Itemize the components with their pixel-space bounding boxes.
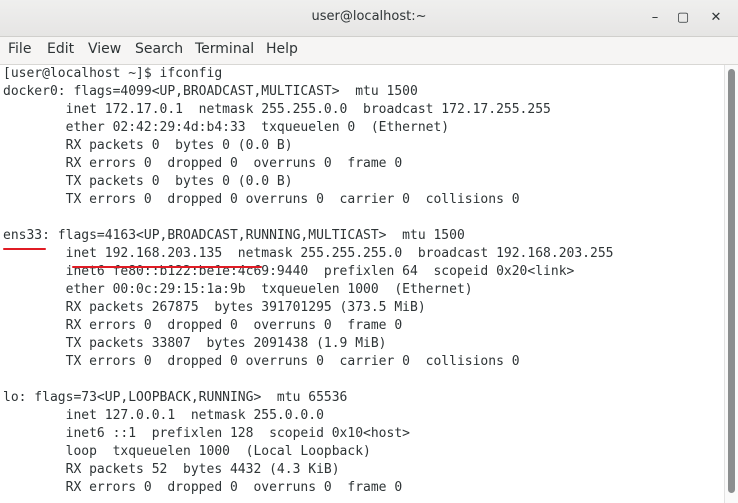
terminal-line: ether 00:0c:29:15:1a:9b txqueuelen 1000 …	[3, 282, 473, 297]
menu-file[interactable]: File	[8, 41, 31, 57]
terminal-line: RX packets 52 bytes 4432 (4.3 KiB)	[3, 462, 340, 477]
terminal-line: TX packets 0 bytes 0 (0.0 B)	[3, 174, 293, 189]
terminal-line: loop txqueuelen 1000 (Local Loopback)	[3, 444, 371, 459]
menu-edit[interactable]: Edit	[47, 41, 74, 57]
scrollbar-thumb[interactable]	[728, 69, 735, 493]
terminal-line: TX errors 0 dropped 0 overruns 0 carrier…	[3, 354, 520, 369]
terminal-line: lo: flags=73<UP,LOOPBACK,RUNNING> mtu 65…	[3, 390, 348, 405]
minimize-icon[interactable]: –	[644, 7, 666, 29]
title-bar[interactable]: user@localhost:~ – ▢ ✕	[0, 0, 738, 37]
menu-view[interactable]: View	[88, 41, 121, 57]
terminal-line: RX errors 0 dropped 0 overruns 0 frame 0	[3, 156, 403, 171]
terminal-line: inet 127.0.0.1 netmask 255.0.0.0	[3, 408, 324, 423]
terminal-line: inet6 ::1 prefixlen 128 scopeid 0x10<hos…	[3, 426, 410, 441]
menu-bar: File Edit View Search Terminal Help	[0, 37, 738, 65]
terminal-line: TX packets 33807 bytes 2091438 (1.9 MiB)	[3, 336, 387, 351]
terminal-line: ens33: flags=4163<UP,BROADCAST,RUNNING,M…	[3, 228, 465, 243]
terminal-line: inet 192.168.203.135 netmask 255.255.255…	[3, 246, 614, 261]
ens33-underline-annotation	[3, 248, 46, 250]
maximize-icon[interactable]: ▢	[672, 7, 694, 29]
close-icon[interactable]: ✕	[705, 7, 727, 29]
menu-search[interactable]: Search	[135, 41, 183, 57]
terminal-line: RX packets 0 bytes 0 (0.0 B)	[3, 138, 293, 153]
terminal-output[interactable]: [user@localhost ~]$ ifconfig docker0: fl…	[0, 65, 724, 503]
terminal-line: docker0: flags=4099<UP,BROADCAST,MULTICA…	[3, 84, 418, 99]
inet-address-underline-annotation	[72, 266, 262, 268]
terminal-window: user@localhost:~ – ▢ ✕ File Edit View Se…	[0, 0, 738, 503]
terminal-line: inet 172.17.0.1 netmask 255.255.0.0 broa…	[3, 102, 551, 117]
terminal-line: RX packets 267875 bytes 391701295 (373.5…	[3, 300, 426, 315]
terminal-line: ether 02:42:29:4d:b4:33 txqueuelen 0 (Et…	[3, 120, 450, 135]
vertical-scrollbar[interactable]	[724, 65, 738, 503]
terminal-line: RX errors 0 dropped 0 overruns 0 frame 0	[3, 318, 403, 333]
menu-help[interactable]: Help	[266, 41, 298, 57]
window-title: user@localhost:~	[311, 9, 427, 24]
terminal-line: RX errors 0 dropped 0 overruns 0 frame 0	[3, 480, 403, 495]
terminal-line: [user@localhost ~]$ ifconfig	[3, 66, 223, 81]
terminal-line: TX errors 0 dropped 0 overruns 0 carrier…	[3, 192, 520, 207]
menu-terminal[interactable]: Terminal	[195, 41, 254, 57]
